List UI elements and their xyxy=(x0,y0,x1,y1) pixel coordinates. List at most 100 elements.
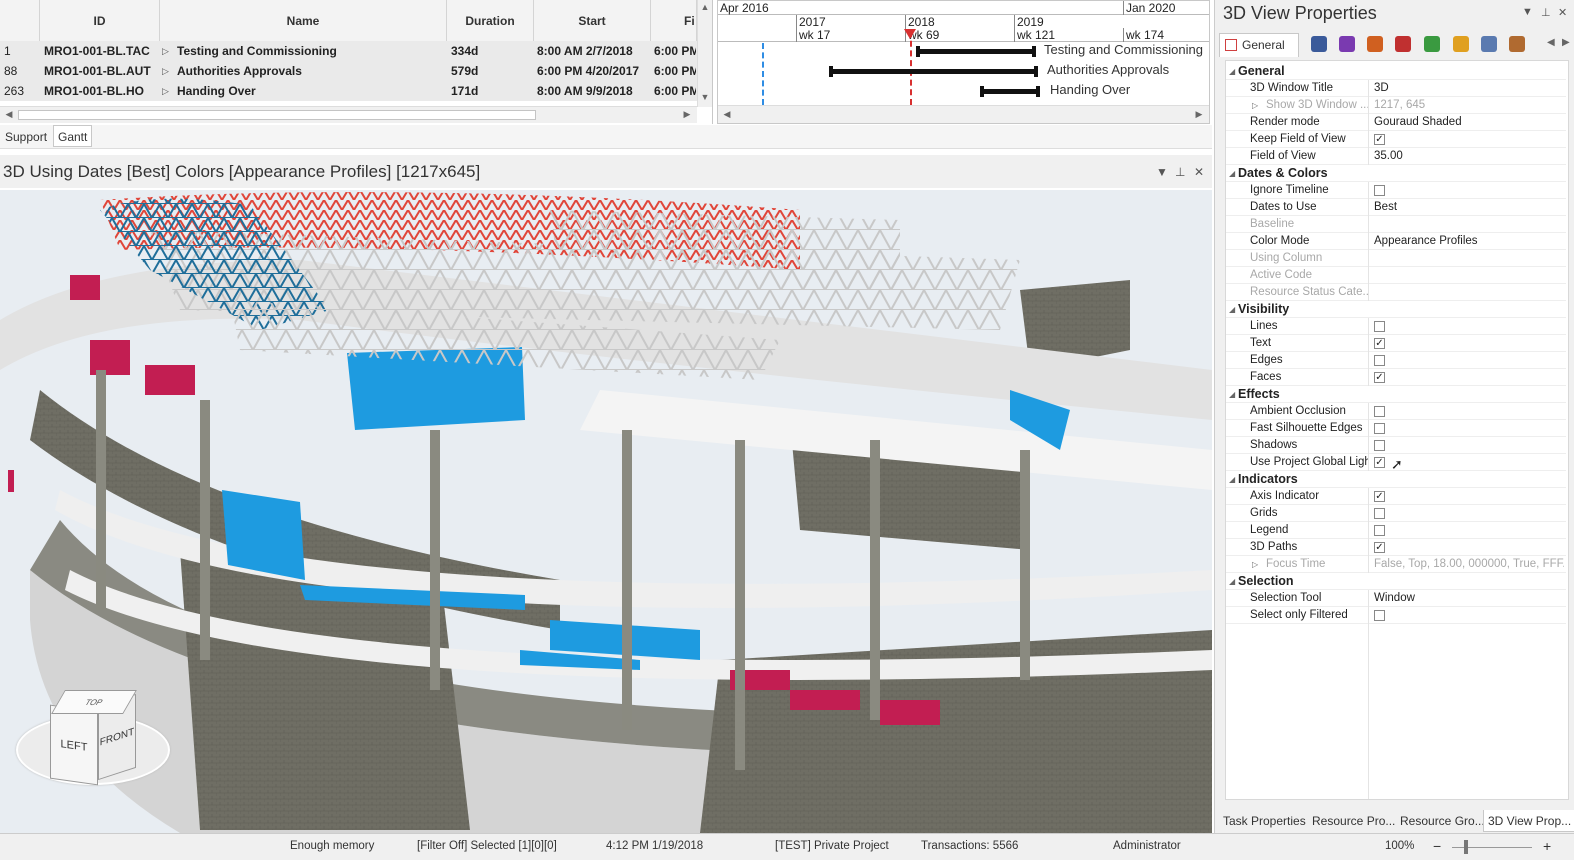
list-icon[interactable] xyxy=(1311,36,1327,52)
prop-row[interactable]: Keep Field of View ✓ xyxy=(1226,131,1566,148)
checkbox-checked[interactable]: ✓ xyxy=(1374,457,1385,468)
col-header-id[interactable]: ID xyxy=(40,0,160,42)
checkbox-unchecked[interactable] xyxy=(1374,406,1385,417)
light-icon[interactable] xyxy=(1453,36,1469,52)
prop-row[interactable]: ▷ Show 3D Window ... 1217, 645 xyxy=(1226,97,1566,114)
close-icon[interactable]: ✕ xyxy=(1194,165,1204,179)
table-row[interactable]: 1 MRO1-001-BL.TAC ▷ Testing and Commissi… xyxy=(0,41,697,61)
expand-arrow-icon[interactable]: ▷ xyxy=(162,41,169,61)
table-row[interactable]: 263 MRO1-001-BL.HO ▷ Handing Over 171d 8… xyxy=(0,81,697,101)
checkbox-unchecked[interactable] xyxy=(1374,185,1385,196)
section-effects[interactable]: ◢ Effects xyxy=(1226,386,1566,403)
collapse-icon[interactable]: ◢ xyxy=(1229,573,1235,590)
tabs-scroll-right-icon[interactable]: ▶ xyxy=(1562,37,1570,48)
prop-value[interactable]: Window xyxy=(1374,590,1564,607)
scroll-left-icon[interactable]: ◀ xyxy=(720,109,734,120)
prop-row[interactable]: 3D Window Title 3D xyxy=(1226,80,1566,97)
prop-row[interactable]: Dates to Use Best xyxy=(1226,199,1566,216)
checkbox-checked[interactable]: ✓ xyxy=(1374,134,1385,145)
tab-general[interactable]: General xyxy=(1219,33,1299,57)
scroll-down-icon[interactable]: ▼ xyxy=(698,92,712,102)
prop-row[interactable]: Shadows xyxy=(1226,437,1566,454)
cube-icon[interactable] xyxy=(1339,36,1355,52)
checkbox-unchecked[interactable] xyxy=(1374,321,1385,332)
gantt-bar[interactable] xyxy=(980,86,1040,97)
section-indicators[interactable]: ◢ Indicators xyxy=(1226,471,1566,488)
pin-icon[interactable]: ⊥ xyxy=(1541,6,1551,19)
prop-row[interactable]: Faces ✓ xyxy=(1226,369,1566,386)
col-header-finish[interactable]: Fi xyxy=(651,0,697,42)
table-icon[interactable] xyxy=(1481,36,1497,52)
prop-row[interactable]: Select only Filtered xyxy=(1226,607,1566,624)
checkbox-unchecked[interactable] xyxy=(1374,355,1385,366)
tab-task-properties[interactable]: Task Properties xyxy=(1219,810,1310,832)
zoom-slider-thumb[interactable] xyxy=(1464,840,1468,854)
prop-row[interactable]: ▷ Focus Time False, Top, 18.00, 000000, Tr… xyxy=(1226,556,1566,573)
expand-arrow-icon[interactable]: ▷ xyxy=(162,61,169,81)
scroll-right-icon[interactable]: ▶ xyxy=(1192,109,1206,120)
scroll-up-icon[interactable]: ▲ xyxy=(698,2,712,12)
collapse-icon[interactable]: ◢ xyxy=(1229,301,1235,318)
close-icon[interactable]: ✕ xyxy=(1558,6,1567,19)
section-visibility[interactable]: ◢ Visibility xyxy=(1226,301,1566,318)
checkbox-checked[interactable]: ✓ xyxy=(1374,338,1385,349)
view3d-canvas[interactable]: LEFT FRONT TOP xyxy=(0,190,1212,833)
prop-row[interactable]: Grids xyxy=(1226,505,1566,522)
expand-icon[interactable]: ▷ xyxy=(1252,97,1258,114)
prop-row[interactable]: Color Mode Appearance Profiles xyxy=(1226,233,1566,250)
prop-value[interactable]: 3D xyxy=(1374,80,1564,97)
section-general[interactable]: ◢ General xyxy=(1226,63,1566,80)
col-header-start[interactable]: Start xyxy=(534,0,651,42)
prop-row[interactable]: Lines xyxy=(1226,318,1566,335)
collapse-icon[interactable]: ◢ xyxy=(1229,165,1235,182)
prop-row[interactable]: Fast Silhouette Edges xyxy=(1226,420,1566,437)
prop-row[interactable]: Field of View 35.00 xyxy=(1226,148,1566,165)
collapse-icon[interactable]: ◢ xyxy=(1229,386,1235,403)
current-date-marker-icon[interactable] xyxy=(904,29,916,39)
tabs-scroll-left-icon[interactable]: ◀ xyxy=(1547,37,1555,48)
scroll-thumb[interactable] xyxy=(18,110,536,120)
section-dates-colors[interactable]: ◢ Dates & Colors xyxy=(1226,165,1566,182)
checkbox-unchecked[interactable] xyxy=(1374,525,1385,536)
scroll-right-icon[interactable]: ▶ xyxy=(680,109,694,120)
grid-vertical-scrollbar[interactable]: ▲ ▼ xyxy=(697,0,712,107)
expand-arrow-icon[interactable]: ▷ xyxy=(162,81,169,101)
paint-icon[interactable] xyxy=(1367,36,1383,52)
pin-icon[interactable]: ⊥ xyxy=(1175,165,1185,179)
scroll-left-icon[interactable]: ◀ xyxy=(2,109,16,120)
view-cube[interactable]: LEFT FRONT TOP xyxy=(50,690,137,786)
col-header-num[interactable] xyxy=(0,0,40,42)
view-cube-left-face[interactable]: LEFT xyxy=(50,704,98,786)
prop-row[interactable]: Render mode Gouraud Shaded xyxy=(1226,114,1566,131)
prop-row[interactable]: 3D Paths ✓ xyxy=(1226,539,1566,556)
prop-row[interactable]: Legend xyxy=(1226,522,1566,539)
filter-icon[interactable] xyxy=(1395,36,1411,52)
prop-row[interactable]: Ignore Timeline xyxy=(1226,182,1566,199)
zoom-out-icon[interactable]: − xyxy=(1433,838,1441,854)
dropdown-icon[interactable]: ▼ xyxy=(1522,6,1533,18)
collapse-icon[interactable]: ◢ xyxy=(1229,63,1235,80)
section-selection[interactable]: ◢ Selection xyxy=(1226,573,1566,590)
table-row[interactable]: 88 MRO1-001-BL.AUT ▷ Authorities Approva… xyxy=(0,61,697,81)
prop-row[interactable]: Selection Tool Window xyxy=(1226,590,1566,607)
gantt-bar[interactable] xyxy=(916,46,1036,57)
tab-resource-properties[interactable]: Resource Pro... xyxy=(1308,810,1399,832)
gantt-horizontal-scrollbar[interactable]: ◀ ▶ xyxy=(718,105,1209,123)
tab-resource-groups[interactable]: Resource Gro... xyxy=(1396,810,1489,832)
zoom-in-icon[interactable]: + xyxy=(1543,838,1551,854)
camera-icon[interactable] xyxy=(1509,36,1525,52)
col-header-duration[interactable]: Duration xyxy=(447,0,534,42)
prop-value[interactable]: Gouraud Shaded xyxy=(1374,114,1564,131)
view-cube-top-face[interactable]: TOP xyxy=(51,690,137,714)
checkbox-unchecked[interactable] xyxy=(1374,440,1385,451)
checkbox-unchecked[interactable] xyxy=(1374,508,1385,519)
prop-row[interactable]: Ambient Occlusion xyxy=(1226,403,1566,420)
grid-horizontal-scrollbar[interactable]: ◀ ▶ xyxy=(0,106,697,123)
prop-row[interactable]: Edges xyxy=(1226,352,1566,369)
prop-value[interactable]: 35.00 xyxy=(1374,148,1564,165)
checkbox-checked[interactable]: ✓ xyxy=(1374,491,1385,502)
collapse-icon[interactable]: ◢ xyxy=(1229,471,1235,488)
tab-support[interactable]: Support xyxy=(0,125,52,147)
checkbox-unchecked[interactable] xyxy=(1374,610,1385,621)
prop-value[interactable]: Best xyxy=(1374,199,1564,216)
